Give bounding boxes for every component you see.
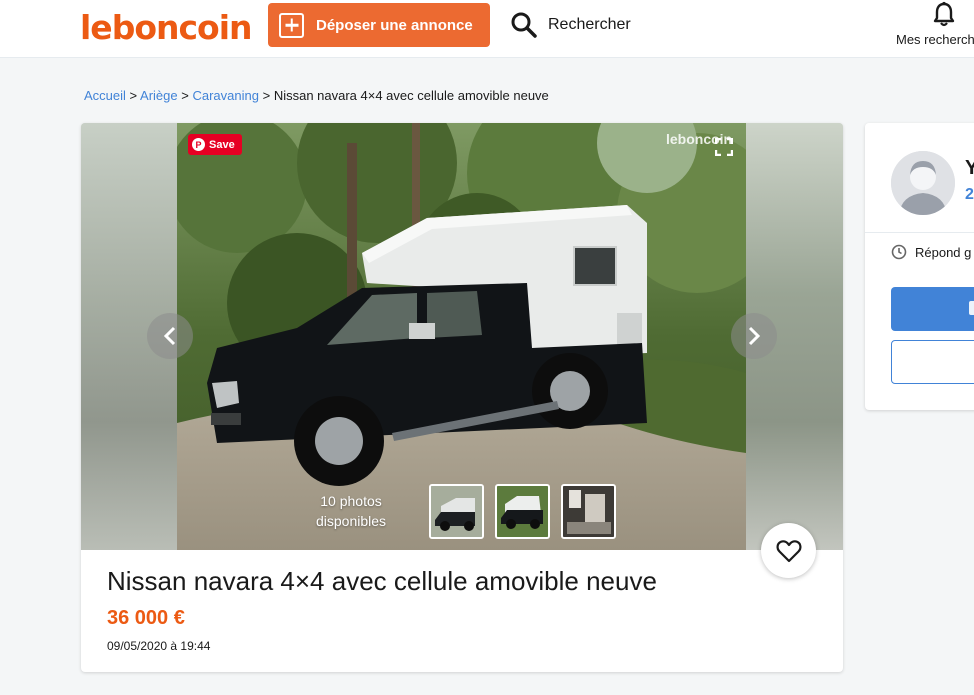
- buy-button[interactable]: [891, 287, 974, 331]
- fullscreen-icon[interactable]: [715, 138, 733, 156]
- breadcrumb-region[interactable]: Ariège: [140, 88, 178, 103]
- next-photo-button[interactable]: [731, 313, 777, 359]
- thumbnail-1[interactable]: [429, 484, 484, 539]
- my-searches-link[interactable]: Mes recherches: [896, 32, 974, 47]
- pinterest-save-button[interactable]: P Save: [188, 134, 242, 155]
- heart-icon: [776, 539, 801, 562]
- photos-count-line2: disponibles: [315, 513, 387, 529]
- user-avatar-icon: [891, 151, 955, 215]
- seller-ads-count[interactable]: 2: [965, 186, 974, 204]
- message-button[interactable]: [891, 340, 974, 384]
- response-time: Répond g: [891, 244, 971, 260]
- avatar[interactable]: [891, 151, 955, 215]
- post-ad-button[interactable]: Déposer une annonce: [268, 3, 490, 47]
- favorite-button[interactable]: [761, 523, 816, 578]
- breadcrumb-separator: >: [262, 88, 271, 103]
- listing-card: P Save leboncoin 10 photos disponibles N…: [81, 123, 843, 672]
- search-icon: [511, 12, 537, 38]
- post-ad-label: Déposer une annonce: [316, 16, 473, 34]
- divider: [865, 232, 974, 233]
- breadcrumb-home[interactable]: Accueil: [84, 88, 126, 103]
- thumbnail-image: [431, 486, 482, 537]
- pinterest-save-label: Save: [209, 138, 235, 151]
- search-label: Rechercher: [548, 16, 631, 33]
- thumbnail-2[interactable]: [495, 484, 550, 539]
- seller-panel: Y 2 Répond g: [865, 123, 974, 410]
- chevron-right-icon: [748, 326, 761, 346]
- breadcrumb-separator: >: [181, 88, 189, 103]
- seller-name[interactable]: Y: [965, 157, 974, 180]
- bell-icon[interactable]: [933, 1, 955, 27]
- thumbnail-3[interactable]: [561, 484, 616, 539]
- clock-icon: [891, 244, 907, 260]
- listing-price: 36 000 €: [107, 607, 185, 629]
- photos-count-line1: 10 photos: [320, 493, 382, 509]
- top-header: leboncoin Déposer une annonce Rechercher…: [0, 0, 974, 58]
- pinterest-icon: P: [192, 138, 205, 151]
- button-icon: [969, 301, 974, 315]
- response-time-label: Répond g: [915, 244, 972, 260]
- photos-count: 10 photos disponibles: [306, 491, 396, 531]
- breadcrumb-current: Nissan navara 4×4 avec cellule amovible …: [273, 88, 549, 103]
- leboncoin-logo[interactable]: leboncoin: [80, 8, 253, 47]
- search-button[interactable]: Rechercher: [510, 10, 631, 40]
- listing-date: 09/05/2020 à 19:44: [107, 639, 211, 653]
- breadcrumb-category[interactable]: Caravaning: [192, 88, 259, 103]
- breadcrumb: Accueil > Ariège > Caravaning > Nissan n…: [84, 88, 549, 103]
- chevron-left-icon: [163, 326, 176, 346]
- breadcrumb-separator: >: [129, 88, 138, 103]
- previous-photo-button[interactable]: [147, 313, 193, 359]
- thumbnail-image: [563, 486, 614, 537]
- photo-gallery: P Save leboncoin 10 photos disponibles: [81, 123, 843, 550]
- listing-title: Nissan navara 4×4 avec cellule amovible …: [107, 566, 657, 596]
- thumbnail-image: [497, 486, 548, 537]
- plus-icon: [279, 12, 304, 38]
